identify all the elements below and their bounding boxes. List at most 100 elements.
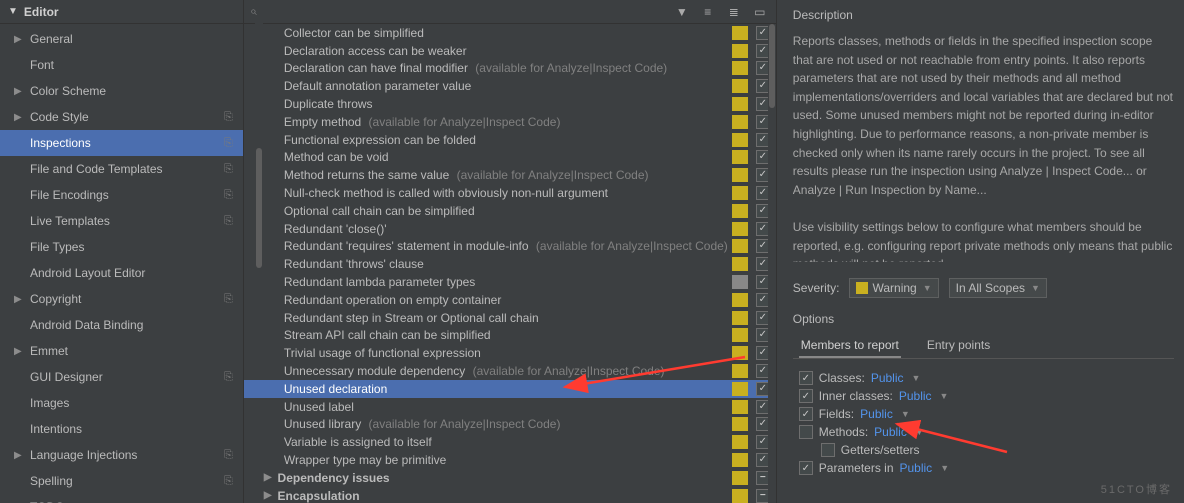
inspection-row[interactable]: Null-check method is called with obvious… xyxy=(244,184,776,202)
chevron-down-icon: ▼ xyxy=(901,409,910,419)
sidebar-item-code-style[interactable]: ▶Code Style⎘ xyxy=(0,104,243,130)
sidebar-item-live-templates[interactable]: Live Templates⎘ xyxy=(0,208,243,234)
visibility-link[interactable]: Public xyxy=(900,461,933,475)
member-label: Fields: xyxy=(819,407,854,421)
member-option: Methods:Public▼ xyxy=(793,423,1174,441)
severity-indicator xyxy=(732,61,748,75)
sidebar-item-todo[interactable]: TODO xyxy=(0,494,243,503)
inspection-label: Redundant step in Stream or Optional cal… xyxy=(284,311,728,325)
severity-indicator xyxy=(732,275,748,289)
inspection-row[interactable]: Unnecessary module dependency (available… xyxy=(244,362,776,380)
inspection-row[interactable]: Redundant 'requires' statement in module… xyxy=(244,238,776,256)
member-checkbox[interactable] xyxy=(799,407,813,421)
center-scrollbar[interactable] xyxy=(768,24,776,503)
chevron-right-icon: ▶ xyxy=(14,34,22,45)
severity-indicator xyxy=(732,204,748,218)
inspection-label: Collector can be simplified xyxy=(284,26,728,40)
sidebar-item-intentions[interactable]: Intentions xyxy=(0,416,243,442)
visibility-link[interactable]: Public xyxy=(860,407,893,421)
sidebar-item-label: Live Templates xyxy=(30,214,110,228)
sidebar-item-label: File Encodings xyxy=(30,188,109,202)
sidebar-item-general[interactable]: ▶ General xyxy=(0,26,243,52)
inspection-label: Method can be void xyxy=(284,150,728,164)
filter-icon[interactable]: ▼ xyxy=(674,4,690,20)
tab-entry-points[interactable]: Entry points xyxy=(925,334,992,358)
inspection-label: Redundant operation on empty container xyxy=(284,293,728,307)
sidebar-item-file-types[interactable]: File Types xyxy=(0,234,243,260)
search-icon: ⌕ xyxy=(250,4,257,19)
chevron-right-icon: ▶ xyxy=(14,86,22,97)
inspection-details-panel: Description Reports classes, methods or … xyxy=(777,0,1184,503)
scope-icon: ⎘ xyxy=(224,163,233,176)
inspection-row[interactable]: Optional call chain can be simplified xyxy=(244,202,776,220)
severity-dropdown[interactable]: Warning ▼ xyxy=(849,278,938,298)
inspection-row[interactable]: Collector can be simplified xyxy=(244,24,776,42)
expand-all-icon[interactable]: ≡ xyxy=(700,4,716,20)
collapse-all-icon[interactable]: ≣ xyxy=(726,4,742,20)
visibility-link[interactable]: Public xyxy=(899,389,932,403)
inspection-row[interactable]: Trivial usage of functional expression xyxy=(244,344,776,362)
inspection-row[interactable]: Default annotation parameter value xyxy=(244,77,776,95)
inspection-row[interactable]: Method can be void xyxy=(244,149,776,167)
member-checkbox[interactable] xyxy=(799,425,813,439)
sidebar-item-inspections[interactable]: Inspections⎘ xyxy=(0,130,243,156)
inspection-row[interactable]: Duplicate throws xyxy=(244,95,776,113)
inspection-group[interactable]: ▶Dependency issues xyxy=(244,469,776,487)
severity-indicator xyxy=(732,364,748,378)
inspection-label: Unused declaration xyxy=(284,382,728,396)
inspection-row[interactable]: Declaration can have final modifier (ava… xyxy=(244,60,776,78)
inspection-row[interactable]: Redundant operation on empty container xyxy=(244,291,776,309)
inspection-row[interactable]: Functional expression can be folded xyxy=(244,131,776,149)
inspection-row[interactable]: Redundant 'close()' xyxy=(244,220,776,238)
inspections-tree[interactable]: Collector can be simplified Declaration a… xyxy=(244,24,776,503)
member-checkbox[interactable] xyxy=(799,461,813,475)
sidebar-item-spelling[interactable]: Spelling ⎘ xyxy=(0,468,243,494)
sidebar-item-label: Spelling xyxy=(30,474,73,488)
search-input[interactable]: ⌕ xyxy=(244,4,666,19)
tab-members-to-report[interactable]: Members to report xyxy=(799,334,901,358)
inspection-row[interactable]: Wrapper type may be primitive xyxy=(244,451,776,469)
visibility-link[interactable]: Public xyxy=(871,371,904,385)
inspection-row[interactable]: Declaration access can be weaker xyxy=(244,42,776,60)
sidebar-item-copyright[interactable]: ▶Copyright⎘ xyxy=(0,286,243,312)
inspection-hint: (available for Analyze|Inspect Code) xyxy=(473,364,665,378)
severity-indicator xyxy=(732,115,748,129)
inspection-row[interactable]: Stream API call chain can be simplified xyxy=(244,327,776,345)
sidebar-item-images[interactable]: Images xyxy=(0,390,243,416)
inspection-group[interactable]: ▶Encapsulation xyxy=(244,487,776,503)
sidebar-item-file-and-code-templates[interactable]: File and Code Templates⎘ xyxy=(0,156,243,182)
member-checkbox[interactable] xyxy=(821,443,835,457)
visibility-link[interactable]: Public xyxy=(874,425,907,439)
scope-icon: ⎘ xyxy=(224,475,233,488)
sidebar-item-label: General xyxy=(30,32,73,46)
inspection-row[interactable]: Redundant lambda parameter types xyxy=(244,273,776,291)
member-option: Inner classes:Public▼ xyxy=(793,387,1174,405)
inspection-row[interactable]: Unused declaration xyxy=(244,380,776,398)
sidebar-item-label: Language Injections xyxy=(30,448,137,462)
inspection-row[interactable]: Variable is assigned to itself xyxy=(244,433,776,451)
inspection-row[interactable]: Redundant 'throws' clause xyxy=(244,255,776,273)
severity-indicator xyxy=(732,293,748,307)
sidebar-item-color-scheme[interactable]: ▶Color Scheme xyxy=(0,78,243,104)
severity-indicator xyxy=(732,79,748,93)
chevron-down-icon: ▼ xyxy=(940,463,949,473)
inspection-label: Default annotation parameter value xyxy=(284,79,728,93)
inspection-row[interactable]: Method returns the same value (available… xyxy=(244,166,776,184)
sidebar-item-file-encodings[interactable]: File Encodings⎘ xyxy=(0,182,243,208)
member-checkbox[interactable] xyxy=(799,371,813,385)
inspection-row[interactable]: Empty method (available for Analyze|Insp… xyxy=(244,113,776,131)
reset-icon[interactable]: ▭ xyxy=(752,4,768,20)
inspection-row[interactable]: Redundant step in Stream or Optional cal… xyxy=(244,309,776,327)
sidebar-item-android-layout-editor[interactable]: Android Layout Editor xyxy=(0,260,243,286)
scope-dropdown[interactable]: In All Scopes ▼ xyxy=(949,278,1047,298)
sidebar-item-android-data-binding[interactable]: Android Data Binding xyxy=(0,312,243,338)
sidebar-item-font[interactable]: Font xyxy=(0,52,243,78)
sidebar-item-language-injections[interactable]: ▶Language Injections⎘ xyxy=(0,442,243,468)
inspection-row[interactable]: Unused library (available for Analyze|In… xyxy=(244,416,776,434)
sidebar-item-emmet[interactable]: ▶Emmet xyxy=(0,338,243,364)
member-checkbox[interactable] xyxy=(799,389,813,403)
sidebar-item-gui-designer[interactable]: GUI Designer⎘ xyxy=(0,364,243,390)
sidebar-section-header[interactable]: ▼ Editor xyxy=(0,0,243,24)
inspection-row[interactable]: Unused label xyxy=(244,398,776,416)
member-option: Fields: Public ▼ xyxy=(793,405,1174,423)
